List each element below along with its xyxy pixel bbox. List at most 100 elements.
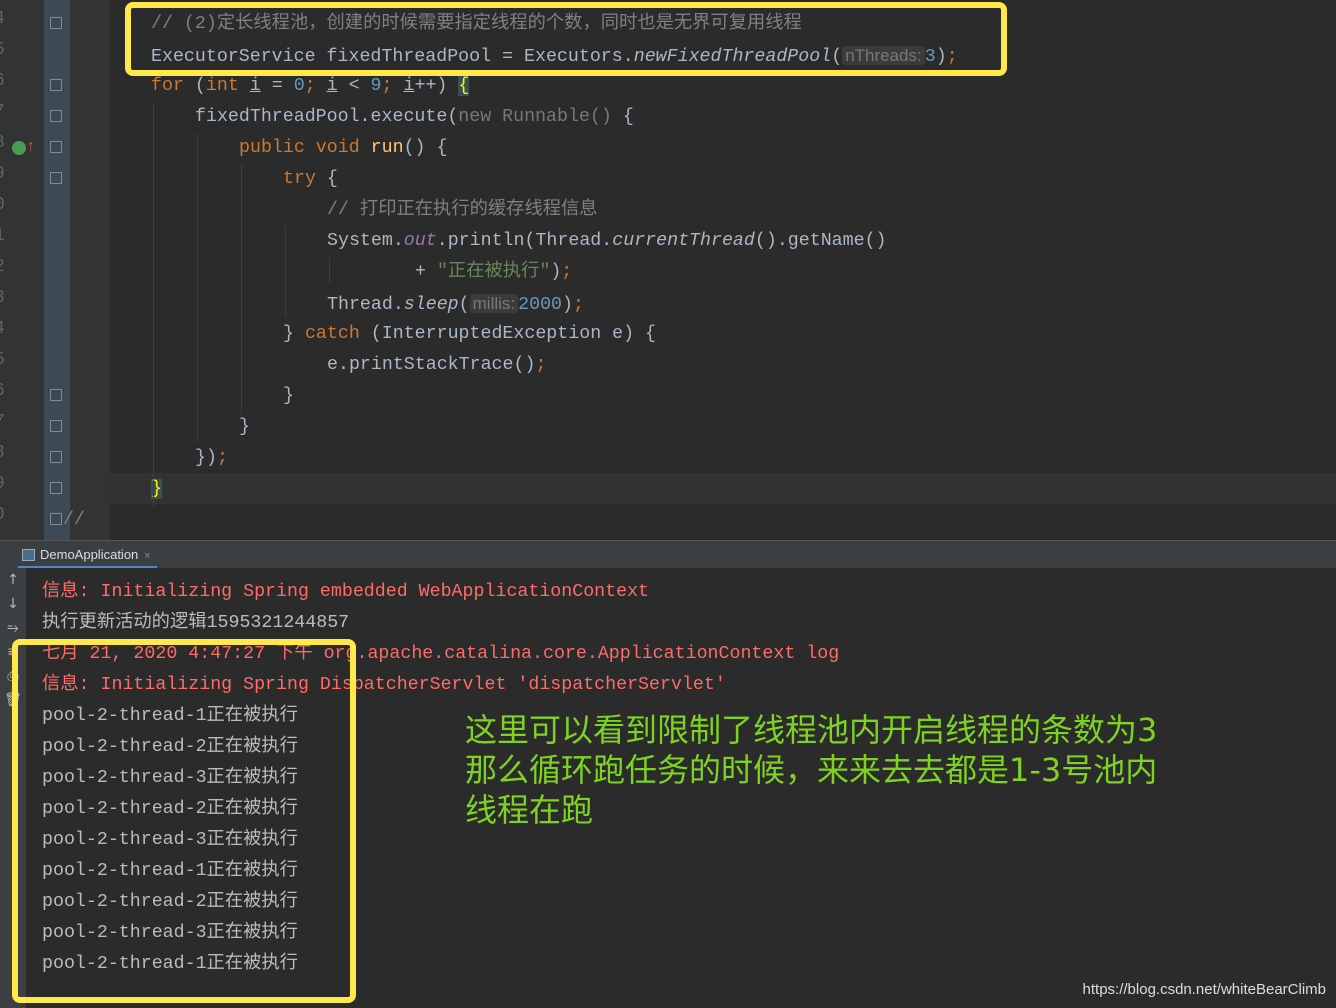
line-number: 9 [0,164,14,184]
console-line: 信息: Initializing Spring embedded WebAppl… [42,582,650,602]
line-number: 9 [0,474,14,494]
code-token: ().getName() [754,231,887,251]
line-number: 8 [0,133,14,153]
code-token: catch [304,324,360,344]
code-token: Thread. [327,295,404,315]
code-token: ++) [414,76,459,96]
fold-toggle-icon[interactable] [50,172,62,184]
code-token: ; [535,355,547,375]
code-line[interactable]: try { [283,164,338,195]
indent-guide [197,133,198,443]
code-token: 0 [293,76,305,96]
code-token: }) [195,448,217,468]
code-token: < [337,76,371,96]
indent-guide [241,164,242,414]
line-number: 2 [0,257,14,277]
highlight-box-code [125,2,1007,76]
fold-toggle-icon[interactable] [50,513,62,525]
fold-toggle-icon[interactable] [50,389,62,401]
override-arrow-icon[interactable]: ↑ [26,138,36,156]
run-tool-window-header: DemoApplication × [0,540,1336,569]
code-token: run [370,138,404,158]
line-number: 6 [0,71,14,91]
code-token: ( [183,76,206,96]
code-token: .println(Thread. [436,231,613,251]
code-line[interactable]: } [283,381,294,412]
up-arrow-icon[interactable]: ↑ [0,568,26,592]
code-token: } [283,386,294,406]
down-arrow-icon[interactable]: ↓ [0,592,26,616]
code-token: public void [239,138,371,158]
code-token: = [260,76,294,96]
soft-wrap-icon[interactable]: ⥱ [0,616,26,640]
code-token: 2000 [518,295,563,315]
code-token: + [415,262,437,282]
code-line[interactable]: } catch (InterruptedException e) { [283,319,656,350]
code-token: } [283,324,305,344]
highlight-box-output [12,639,356,1003]
line-number: 0 [0,505,14,525]
console-line: 执行更新活动的逻辑1595321244857 [42,613,350,633]
code-token: ; [561,262,573,282]
code-line[interactable]: public void run() { [239,133,447,164]
code-token: { [611,107,634,127]
code-token: for [151,76,184,96]
code-token: ) [562,295,574,315]
code-token: sleep [403,295,459,315]
code-token: currentThread [612,231,755,251]
line-number: 6 [0,381,14,401]
fold-toggle-icon[interactable] [50,482,62,494]
fold-toggle-icon[interactable] [50,79,62,91]
fold-toggle-icon[interactable] [50,17,62,29]
code-token: e.printStackTrace() [327,355,536,375]
code-line[interactable]: System.out.println(Thread.currentThread(… [327,226,887,257]
close-tab-icon[interactable]: × [144,550,150,562]
code-token: i [249,76,261,96]
indent-guide [153,102,154,507]
code-token: new Runnable() [458,107,612,127]
line-number: 4 [0,9,14,29]
code-token: int [205,76,239,96]
fold-toggle-icon[interactable] [50,420,62,432]
fold-toggle-icon[interactable] [50,110,62,122]
code-token: try [283,169,316,189]
run-tab-demo-application[interactable]: DemoApplication × [18,541,157,569]
fold-toggle-icon[interactable] [50,451,62,463]
line-number: 3 [0,288,14,308]
code-token: ; [304,76,316,96]
line-number: 1 [0,226,14,246]
annotation-line: 那么循环跑任务的时候，来来去去都是1-3号池内 [465,751,1158,789]
code-token: ; [216,448,228,468]
code-token: ( [458,295,470,315]
code-line[interactable]: }); [195,443,228,474]
application-icon [22,549,35,561]
code-token: out [403,231,437,251]
code-token: // [63,510,85,530]
implements-marker-icon[interactable] [12,141,26,155]
annotation-line: 线程在跑 [465,791,594,829]
line-number: 5 [0,40,14,60]
code-editor[interactable]: // (2)定长线程池，创建的时候需要指定线程的个数，同时也是无界可复用线程 Ex… [0,0,1336,540]
code-line[interactable]: e.printStackTrace(); [327,350,546,381]
code-token: ; [573,295,584,315]
code-line[interactable]: + "正在被执行"); [415,257,572,288]
code-line[interactable]: // [63,505,85,536]
code-token: { [315,169,338,189]
code-line[interactable]: Thread.sleep(millis: 2000); [327,288,584,319]
code-token: } [239,417,250,437]
fold-toggle-icon[interactable] [50,141,62,153]
code-token: i [326,76,338,96]
code-token: { [458,76,470,96]
code-token: millis: [469,294,519,313]
code-line[interactable]: } [239,412,250,443]
indent-guide [329,257,330,283]
code-line[interactable]: // 打印正在执行的缓存线程信息 [327,195,598,226]
run-tab-label: DemoApplication [40,547,139,562]
code-token: (InterruptedException e) { [359,324,657,344]
code-token: "正在被执行" [436,262,551,282]
annotation-text: 这里可以看到限制了线程池内开启线程的条数为3 那么循环跑任务的时候，来来去去都是… [465,710,1157,830]
code-line[interactable]: fixedThreadPool.execute(new Runnable() { [195,102,634,133]
